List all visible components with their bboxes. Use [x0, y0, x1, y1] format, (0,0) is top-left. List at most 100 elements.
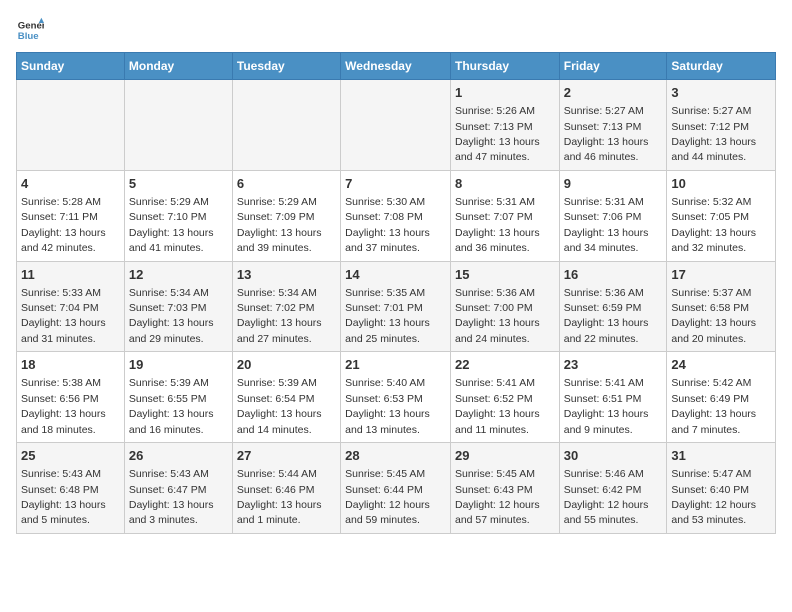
day-number: 4: [21, 175, 120, 193]
day-number: 24: [671, 356, 771, 374]
calendar-cell: 4 Sunrise: 5:28 AM Sunset: 7:11 PM Daylig…: [17, 170, 125, 261]
calendar-cell: 17 Sunrise: 5:37 AM Sunset: 6:58 PM Dayli…: [667, 261, 776, 352]
calendar-cell: 8 Sunrise: 5:31 AM Sunset: 7:07 PM Daylig…: [450, 170, 559, 261]
calendar-cell: 20 Sunrise: 5:39 AM Sunset: 6:54 PM Dayli…: [232, 352, 340, 443]
calendar-cell: [232, 80, 340, 171]
calendar-cell: 18 Sunrise: 5:38 AM Sunset: 6:56 PM Dayli…: [17, 352, 125, 443]
calendar-week-4: 18 Sunrise: 5:38 AM Sunset: 6:56 PM Dayli…: [17, 352, 776, 443]
day-info: Sunrise: 5:43 AM Sunset: 6:47 PM Dayligh…: [129, 468, 214, 526]
col-header-thursday: Thursday: [450, 53, 559, 80]
day-number: 17: [671, 266, 771, 284]
calendar-week-3: 11 Sunrise: 5:33 AM Sunset: 7:04 PM Dayli…: [17, 261, 776, 352]
day-number: 1: [455, 84, 555, 102]
calendar-cell: 11 Sunrise: 5:33 AM Sunset: 7:04 PM Dayli…: [17, 261, 125, 352]
day-info: Sunrise: 5:38 AM Sunset: 6:56 PM Dayligh…: [21, 377, 106, 435]
calendar-cell: 22 Sunrise: 5:41 AM Sunset: 6:52 PM Dayli…: [450, 352, 559, 443]
day-number: 29: [455, 447, 555, 465]
day-number: 14: [345, 266, 446, 284]
calendar-cell: [17, 80, 125, 171]
day-info: Sunrise: 5:36 AM Sunset: 6:59 PM Dayligh…: [564, 287, 649, 345]
calendar-cell: 2 Sunrise: 5:27 AM Sunset: 7:13 PM Daylig…: [559, 80, 667, 171]
calendar-cell: 14 Sunrise: 5:35 AM Sunset: 7:01 PM Dayli…: [341, 261, 451, 352]
calendar-cell: 19 Sunrise: 5:39 AM Sunset: 6:55 PM Dayli…: [124, 352, 232, 443]
day-number: 22: [455, 356, 555, 374]
calendar-cell: 27Sunrise: 5:44 AM Sunset: 6:46 PM Dayli…: [232, 443, 340, 534]
day-number: 23: [564, 356, 663, 374]
calendar-cell: 21 Sunrise: 5:40 AM Sunset: 6:53 PM Dayli…: [341, 352, 451, 443]
calendar-cell: 23Sunrise: 5:41 AM Sunset: 6:51 PM Dayli…: [559, 352, 667, 443]
day-number: 12: [129, 266, 228, 284]
day-info: Sunrise: 5:30 AM Sunset: 7:08 PM Dayligh…: [345, 196, 430, 254]
calendar-cell: 5 Sunrise: 5:29 AM Sunset: 7:10 PM Daylig…: [124, 170, 232, 261]
day-info: Sunrise: 5:45 AM Sunset: 6:44 PM Dayligh…: [345, 468, 430, 526]
day-number: 30: [564, 447, 663, 465]
day-number: 5: [129, 175, 228, 193]
day-info: Sunrise: 5:40 AM Sunset: 6:53 PM Dayligh…: [345, 377, 430, 435]
day-info: Sunrise: 5:39 AM Sunset: 6:55 PM Dayligh…: [129, 377, 214, 435]
calendar-week-5: 25 Sunrise: 5:43 AM Sunset: 6:48 PM Dayli…: [17, 443, 776, 534]
col-header-friday: Friday: [559, 53, 667, 80]
header: General Blue: [16, 16, 776, 44]
day-number: 9: [564, 175, 663, 193]
day-info: Sunrise: 5:32 AM Sunset: 7:05 PM Dayligh…: [671, 196, 756, 254]
day-number: 8: [455, 175, 555, 193]
col-header-saturday: Saturday: [667, 53, 776, 80]
day-number: 25: [21, 447, 120, 465]
calendar-table: SundayMondayTuesdayWednesdayThursdayFrid…: [16, 52, 776, 534]
day-info: Sunrise: 5:45 AM Sunset: 6:43 PM Dayligh…: [455, 468, 540, 526]
calendar-cell: 1Sunrise: 5:26 AM Sunset: 7:13 PM Daylig…: [450, 80, 559, 171]
logo-icon: General Blue: [16, 16, 44, 44]
calendar-cell: 16 Sunrise: 5:36 AM Sunset: 6:59 PM Dayli…: [559, 261, 667, 352]
col-header-monday: Monday: [124, 53, 232, 80]
day-info: Sunrise: 5:41 AM Sunset: 6:52 PM Dayligh…: [455, 377, 540, 435]
calendar-body: 1Sunrise: 5:26 AM Sunset: 7:13 PM Daylig…: [17, 80, 776, 534]
calendar-week-2: 4 Sunrise: 5:28 AM Sunset: 7:11 PM Daylig…: [17, 170, 776, 261]
day-number: 16: [564, 266, 663, 284]
col-header-tuesday: Tuesday: [232, 53, 340, 80]
day-number: 19: [129, 356, 228, 374]
day-info: Sunrise: 5:36 AM Sunset: 7:00 PM Dayligh…: [455, 287, 540, 345]
day-number: 13: [237, 266, 336, 284]
svg-text:Blue: Blue: [18, 31, 39, 42]
calendar-cell: [124, 80, 232, 171]
calendar-cell: 6 Sunrise: 5:29 AM Sunset: 7:09 PM Daylig…: [232, 170, 340, 261]
col-header-wednesday: Wednesday: [341, 53, 451, 80]
day-number: 11: [21, 266, 120, 284]
day-number: 15: [455, 266, 555, 284]
day-number: 27: [237, 447, 336, 465]
day-number: 26: [129, 447, 228, 465]
calendar-header-row: SundayMondayTuesdayWednesdayThursdayFrid…: [17, 53, 776, 80]
calendar-cell: 9Sunrise: 5:31 AM Sunset: 7:06 PM Daylig…: [559, 170, 667, 261]
calendar-cell: 31 Sunrise: 5:47 AM Sunset: 6:40 PM Dayli…: [667, 443, 776, 534]
calendar-cell: 10Sunrise: 5:32 AM Sunset: 7:05 PM Dayli…: [667, 170, 776, 261]
day-number: 28: [345, 447, 446, 465]
day-info: Sunrise: 5:47 AM Sunset: 6:40 PM Dayligh…: [671, 468, 756, 526]
day-info: Sunrise: 5:27 AM Sunset: 7:13 PM Dayligh…: [564, 105, 649, 163]
day-info: Sunrise: 5:29 AM Sunset: 7:10 PM Dayligh…: [129, 196, 214, 254]
day-info: Sunrise: 5:34 AM Sunset: 7:03 PM Dayligh…: [129, 287, 214, 345]
day-info: Sunrise: 5:37 AM Sunset: 6:58 PM Dayligh…: [671, 287, 756, 345]
calendar-cell: 15 Sunrise: 5:36 AM Sunset: 7:00 PM Dayli…: [450, 261, 559, 352]
day-info: Sunrise: 5:27 AM Sunset: 7:12 PM Dayligh…: [671, 105, 756, 163]
day-info: Sunrise: 5:46 AM Sunset: 6:42 PM Dayligh…: [564, 468, 649, 526]
day-number: 20: [237, 356, 336, 374]
day-info: Sunrise: 5:28 AM Sunset: 7:11 PM Dayligh…: [21, 196, 106, 254]
calendar-cell: 12 Sunrise: 5:34 AM Sunset: 7:03 PM Dayli…: [124, 261, 232, 352]
calendar-cell: 26 Sunrise: 5:43 AM Sunset: 6:47 PM Dayli…: [124, 443, 232, 534]
day-info: Sunrise: 5:33 AM Sunset: 7:04 PM Dayligh…: [21, 287, 106, 345]
day-info: Sunrise: 5:39 AM Sunset: 6:54 PM Dayligh…: [237, 377, 322, 435]
day-info: Sunrise: 5:31 AM Sunset: 7:07 PM Dayligh…: [455, 196, 540, 254]
day-info: Sunrise: 5:43 AM Sunset: 6:48 PM Dayligh…: [21, 468, 106, 526]
day-info: Sunrise: 5:29 AM Sunset: 7:09 PM Dayligh…: [237, 196, 322, 254]
day-info: Sunrise: 5:35 AM Sunset: 7:01 PM Dayligh…: [345, 287, 430, 345]
day-number: 31: [671, 447, 771, 465]
calendar-cell: 3Sunrise: 5:27 AM Sunset: 7:12 PM Daylig…: [667, 80, 776, 171]
calendar-week-1: 1Sunrise: 5:26 AM Sunset: 7:13 PM Daylig…: [17, 80, 776, 171]
day-number: 6: [237, 175, 336, 193]
calendar-cell: 28 Sunrise: 5:45 AM Sunset: 6:44 PM Dayli…: [341, 443, 451, 534]
day-number: 21: [345, 356, 446, 374]
calendar-cell: [341, 80, 451, 171]
day-number: 18: [21, 356, 120, 374]
day-number: 2: [564, 84, 663, 102]
calendar-cell: 24Sunrise: 5:42 AM Sunset: 6:49 PM Dayli…: [667, 352, 776, 443]
